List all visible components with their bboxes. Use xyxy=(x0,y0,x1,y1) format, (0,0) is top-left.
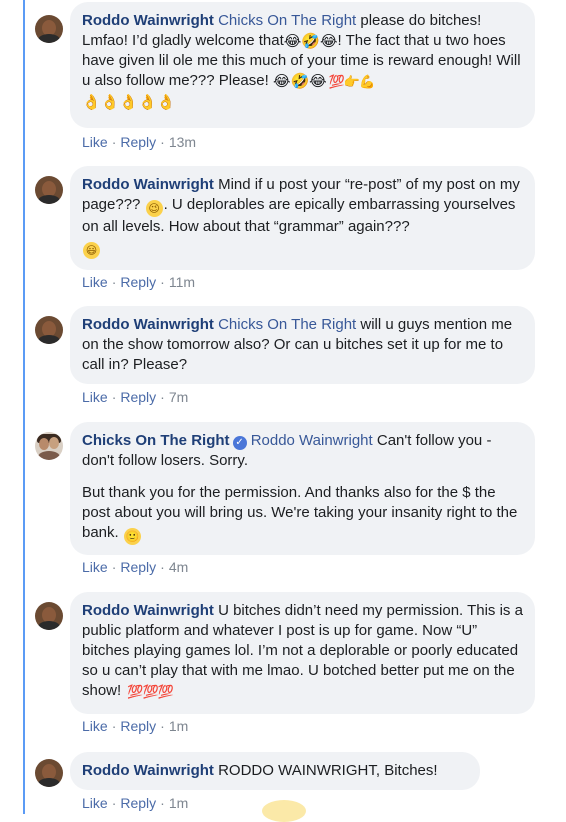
comment-timestamp[interactable]: 1m xyxy=(169,718,188,734)
hundred-points-emoji-icon: 💯💯💯 xyxy=(127,685,174,700)
separator: · xyxy=(160,274,165,290)
like-link[interactable]: Like xyxy=(82,559,108,575)
comment-mention[interactable]: Chicks On The Right xyxy=(218,12,356,29)
comment-timestamp[interactable]: 13m xyxy=(169,134,196,150)
comment-actions: Like · Reply · 11m xyxy=(82,273,195,291)
comment-timestamp[interactable]: 7m xyxy=(169,389,188,405)
comment-text-continued: . U deplorables are epically embarrassin… xyxy=(82,196,516,235)
comment-bubble: Roddo Wainwright Chicks On The Right ple… xyxy=(70,2,535,128)
laughing-emoji-icon: 😂🤣😂 xyxy=(283,32,338,50)
separator: · xyxy=(160,559,165,575)
like-link[interactable]: Like xyxy=(82,718,108,734)
avatar[interactable] xyxy=(35,432,63,460)
comment-bubble: Roddo Wainwright RODDO WAINWRIGHT, Bitch… xyxy=(70,752,480,790)
comment-text-continued: But thank you for the permission. And th… xyxy=(82,484,518,541)
like-link[interactable]: Like xyxy=(82,389,108,405)
comment-author[interactable]: Roddo Wainwright xyxy=(82,12,214,29)
smiling-emoji-icon: 😃 xyxy=(83,242,100,259)
comment-actions: Like · Reply · 4m xyxy=(82,558,188,576)
comment-timestamp[interactable]: 1m xyxy=(169,795,188,811)
separator: · xyxy=(160,134,165,150)
separator: · xyxy=(160,718,165,734)
comment-bubble: Chicks On The Right ✓ Roddo Wainwright Ca… xyxy=(70,422,535,555)
separator: · xyxy=(111,274,117,290)
comment-actions: Like · Reply · 7m xyxy=(82,388,188,406)
avatar[interactable] xyxy=(35,316,63,344)
like-link[interactable]: Like xyxy=(82,134,108,150)
avatar[interactable] xyxy=(35,176,63,204)
reply-link[interactable]: Reply xyxy=(120,274,156,290)
slight-smile-emoji-icon: 🙂 xyxy=(123,528,141,545)
reply-link[interactable]: Reply xyxy=(120,718,156,734)
ok-hand-emoji-icon: 👌👌👌👌👌 xyxy=(82,93,176,111)
reply-link[interactable]: Reply xyxy=(120,795,156,811)
separator: · xyxy=(111,134,117,150)
like-link[interactable]: Like xyxy=(82,795,108,811)
comment-text: RODDO WAINWRIGHT, Bitches! xyxy=(213,762,438,779)
comment-actions: Like · Reply · 1m xyxy=(82,794,188,812)
comment-timestamp[interactable]: 4m xyxy=(169,559,188,575)
separator: · xyxy=(111,795,117,811)
laughing-emoji-icon: 😂🤣😂 xyxy=(272,72,327,90)
comment-author[interactable]: Roddo Wainwright xyxy=(82,316,214,333)
separator: · xyxy=(160,389,165,405)
comment-bubble: Roddo Wainwright Chicks On The Right wil… xyxy=(70,306,535,384)
comment-author[interactable]: Roddo Wainwright xyxy=(82,176,214,193)
separator: · xyxy=(160,795,165,811)
verified-badge-icon: ✓ xyxy=(232,436,247,450)
avatar[interactable] xyxy=(35,759,63,787)
comment-author[interactable]: Chicks On The Right xyxy=(82,432,230,449)
hundred-points-emoji-icon: 💯👉💪 xyxy=(328,75,376,90)
comment-mention[interactable]: Roddo Wainwright xyxy=(251,432,373,449)
comment-author[interactable]: Roddo Wainwright xyxy=(82,762,214,779)
comment-bubble: Roddo Wainwright Mind if u post your “re… xyxy=(70,166,535,270)
reply-link[interactable]: Reply xyxy=(120,134,156,150)
avatar[interactable] xyxy=(35,602,63,630)
comment-author[interactable]: Roddo Wainwright xyxy=(82,602,214,619)
comment-actions: Like · Reply · 1m xyxy=(82,717,188,735)
reply-link[interactable]: Reply xyxy=(120,559,156,575)
like-link[interactable]: Like xyxy=(82,274,108,290)
partial-emoji-icon xyxy=(262,800,306,822)
comment-mention[interactable]: Chicks On The Right xyxy=(218,316,356,333)
winking-emoji-icon: 😉 xyxy=(145,200,163,217)
reply-link[interactable]: Reply xyxy=(120,389,156,405)
separator: · xyxy=(111,718,117,734)
comment-bubble: Roddo Wainwright U bitches didn’t need m… xyxy=(70,592,535,714)
comment-actions: Like · Reply · 13m xyxy=(82,133,196,151)
separator: · xyxy=(111,559,117,575)
avatar[interactable] xyxy=(35,15,63,43)
separator: · xyxy=(111,389,117,405)
comment-timestamp[interactable]: 11m xyxy=(169,274,195,290)
reply-thread-line xyxy=(23,0,25,814)
